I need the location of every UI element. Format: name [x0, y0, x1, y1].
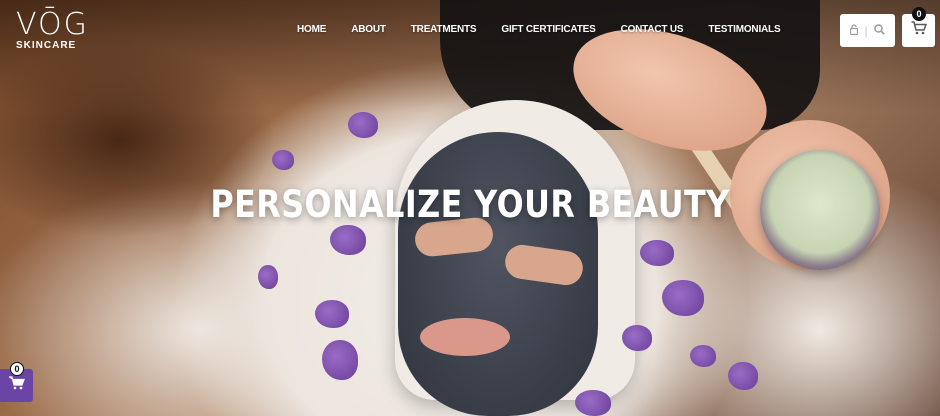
cart-icon — [7, 376, 25, 395]
divider: | — [864, 23, 868, 38]
logo-subtitle: SKINCARE — [16, 40, 77, 51]
account-search-box: | — [840, 14, 895, 47]
nav-home[interactable]: HOME — [297, 24, 326, 35]
cart-button[interactable]: 0 — [902, 7, 935, 47]
search-icon[interactable] — [873, 23, 885, 38]
site-logo[interactable]: VŌG SKINCARE — [16, 7, 89, 56]
floating-cart-button[interactable]: 0 — [0, 362, 33, 402]
nav-contact-us[interactable]: CONTACT US — [621, 24, 684, 35]
lock-icon[interactable] — [850, 23, 859, 38]
hero-headline: PERSONALIZE YOUR BEAUTY — [210, 183, 730, 226]
nav-testimonials[interactable]: TESTIMONIALS — [708, 24, 780, 35]
nav-about[interactable]: ABOUT — [351, 24, 386, 35]
nav-gift-certificates[interactable]: GIFT CERTIFICATES — [501, 24, 595, 35]
logo-mark: VŌG — [16, 7, 89, 42]
nav-treatments[interactable]: TREATMENTS — [411, 24, 477, 35]
floating-cart-count-badge: 0 — [10, 362, 24, 376]
cart-icon — [911, 21, 927, 40]
cart-count-badge: 0 — [912, 7, 926, 21]
main-nav: HOME ABOUT TREATMENTS GIFT CERTIFICATES … — [297, 24, 805, 35]
